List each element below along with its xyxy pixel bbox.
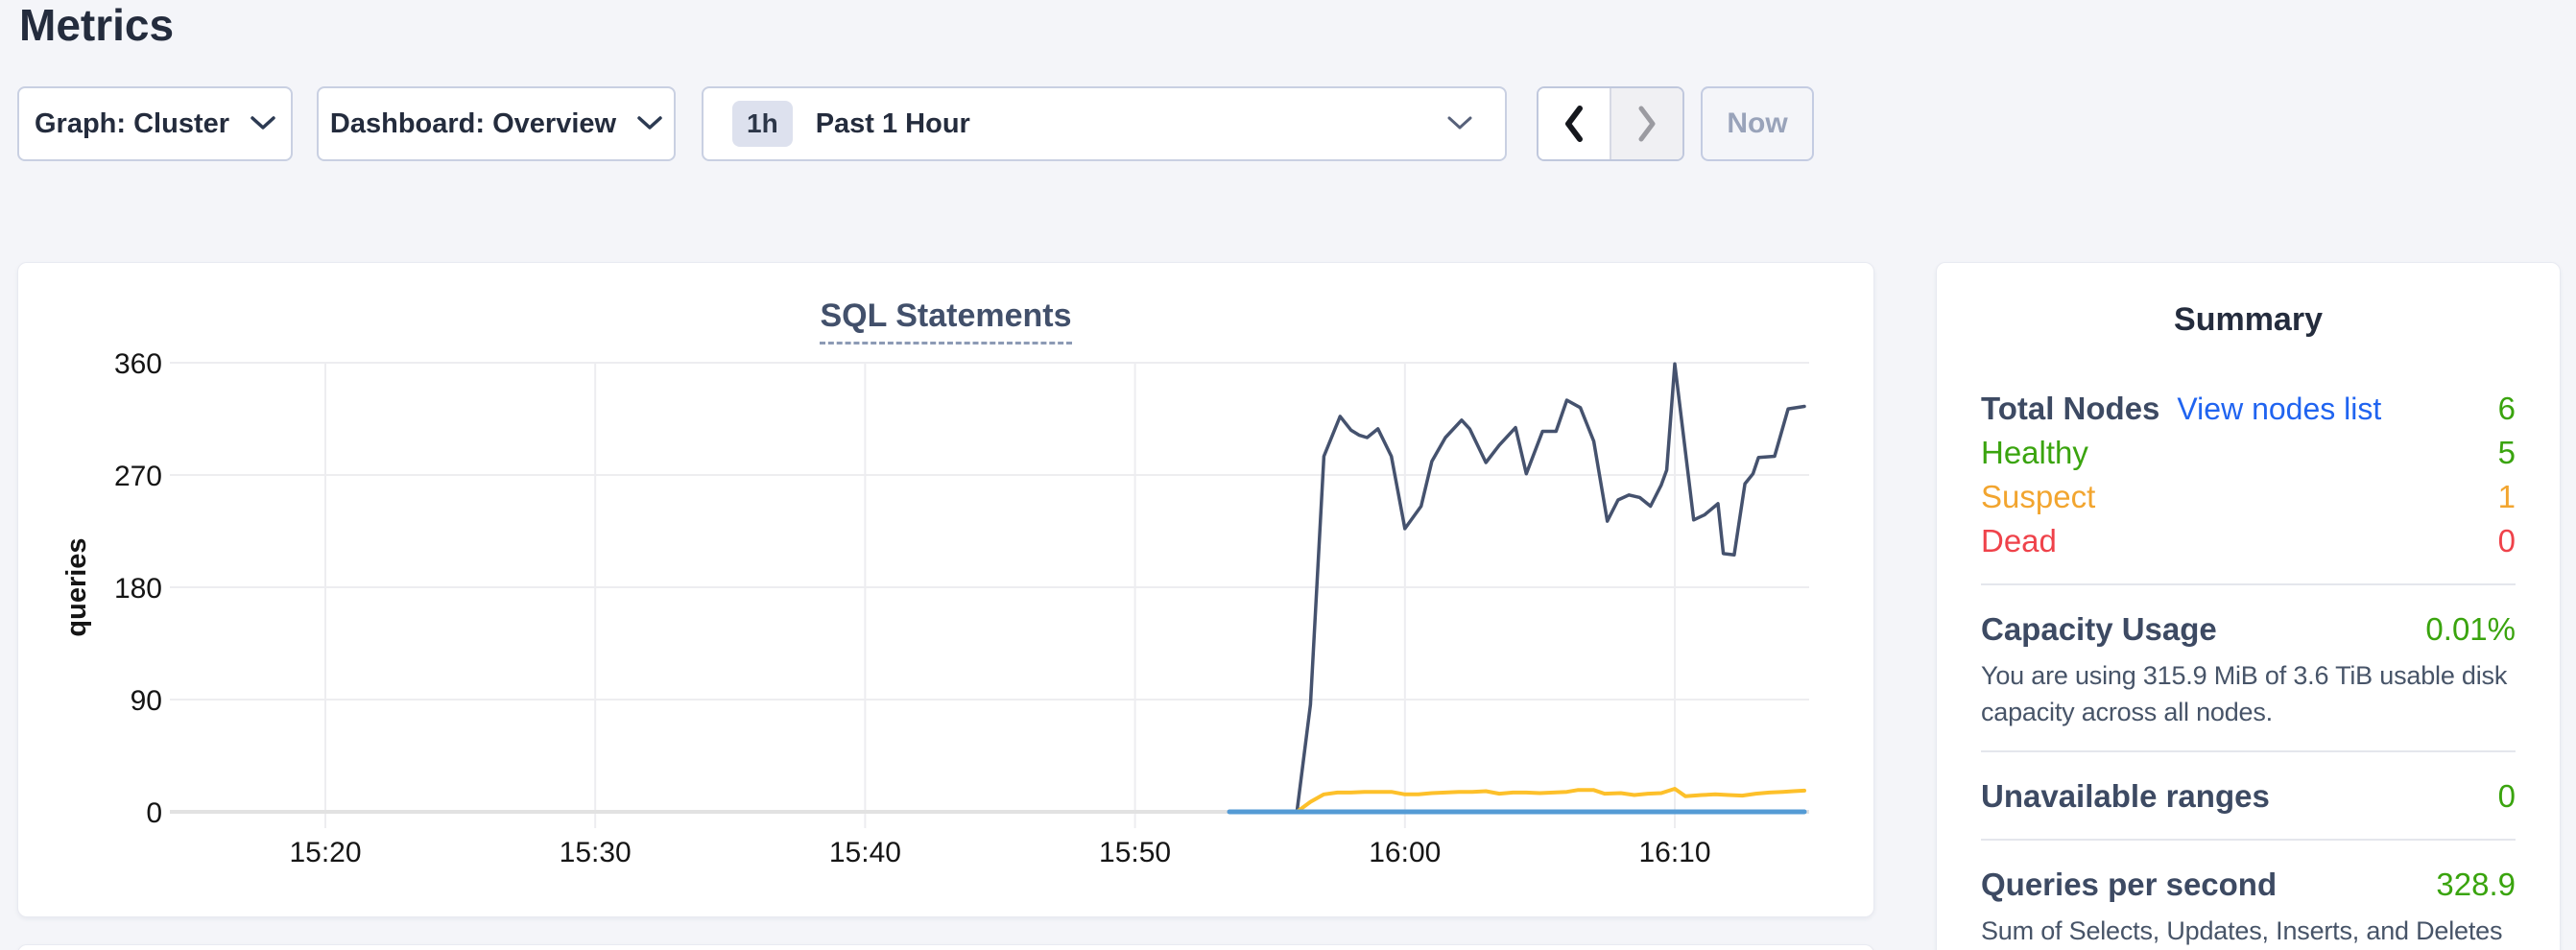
sql-statements-chart: 0 90 180 270 360 15:20 15:30 15:40 15:50 16:00 16:…	[18, 263, 1875, 918]
dashboard-dropdown[interactable]: Dashboard: Overview	[317, 86, 676, 161]
x-tick-label: 16:10	[1638, 837, 1710, 868]
healthy-value: 5	[2498, 431, 2516, 475]
y-tick-label: 90	[131, 685, 162, 717]
y-tick-label: 270	[114, 461, 162, 492]
healthy-nodes-row: Healthy 5	[1981, 431, 2516, 475]
dead-label: Dead	[1981, 519, 2057, 563]
queries-per-second-label: Queries per second	[1981, 863, 2277, 907]
summary-panel: Summary Total Nodes View nodes list 6 He…	[1936, 262, 2561, 950]
now-button[interactable]: Now	[1701, 86, 1814, 161]
y-tick-label: 180	[114, 573, 162, 605]
capacity-usage-value: 0.01%	[2425, 607, 2516, 652]
chevron-right-icon	[1634, 104, 1660, 144]
series-yellow-line	[1297, 789, 1804, 812]
total-nodes-value: 6	[2498, 387, 2516, 431]
queries-per-second-row: Queries per second 328.9	[1981, 863, 2516, 907]
unavailable-ranges-row: Unavailable ranges 0	[1981, 774, 2516, 819]
unavailable-ranges-value: 0	[2498, 774, 2516, 819]
chevron-down-icon	[1447, 116, 1472, 131]
x-tick-label: 15:40	[829, 837, 901, 868]
divider	[1981, 839, 2516, 841]
dashboard-dropdown-label: Dashboard: Overview	[330, 108, 616, 140]
x-tick-label: 15:30	[560, 837, 632, 868]
chevron-left-icon	[1561, 104, 1587, 144]
suspect-value: 1	[2498, 475, 2516, 519]
unavailable-ranges-label: Unavailable ranges	[1981, 774, 2270, 819]
total-nodes-label: Total Nodes	[1981, 387, 2159, 431]
healthy-label: Healthy	[1981, 431, 2088, 475]
page-title: Metrics	[19, 0, 174, 56]
graph-dropdown[interactable]: Graph: Cluster	[17, 86, 293, 161]
y-axis-title: queries	[61, 537, 92, 636]
dead-nodes-row: Dead 0	[1981, 519, 2516, 563]
capacity-usage-label: Capacity Usage	[1981, 607, 2217, 652]
time-range-selector[interactable]: 1h Past 1 Hour	[702, 86, 1507, 161]
time-window-pager	[1537, 86, 1684, 161]
capacity-usage-description: You are using 315.9 MiB of 3.6 TiB usabl…	[1981, 657, 2516, 730]
sql-statements-card: SQL Statements 09018027036015:2015:3015:…	[17, 262, 1874, 917]
capacity-usage-row: Capacity Usage 0.01%	[1981, 607, 2516, 652]
next-time-window-button[interactable]	[1610, 88, 1682, 159]
next-chart-card	[17, 944, 1874, 950]
total-nodes-row: Total Nodes View nodes list 6	[1981, 387, 2516, 431]
queries-per-second-value: 328.9	[2436, 863, 2516, 907]
x-tick-label: 15:20	[289, 837, 361, 868]
y-tick-label: 360	[114, 348, 162, 380]
graph-dropdown-label: Graph: Cluster	[35, 108, 229, 140]
x-tick-label: 15:50	[1099, 837, 1171, 868]
chevron-down-icon	[637, 116, 662, 131]
queries-per-second-description: Sum of Selects, Updates, Inserts, and De…	[1981, 913, 2516, 950]
divider	[1981, 583, 2516, 585]
time-range-label: Past 1 Hour	[816, 108, 970, 140]
x-tick-label: 16:00	[1369, 837, 1441, 868]
view-nodes-list-link[interactable]: View nodes list	[2177, 387, 2381, 431]
prev-time-window-button[interactable]	[1538, 88, 1610, 159]
time-range-badge: 1h	[732, 101, 793, 147]
dead-value: 0	[2498, 519, 2516, 563]
suspect-label: Suspect	[1981, 475, 2095, 519]
summary-title: Summary	[1981, 301, 2516, 339]
y-tick-label: 0	[146, 797, 162, 829]
divider	[1981, 750, 2516, 752]
suspect-nodes-row: Suspect 1	[1981, 475, 2516, 519]
chevron-down-icon	[250, 116, 275, 131]
